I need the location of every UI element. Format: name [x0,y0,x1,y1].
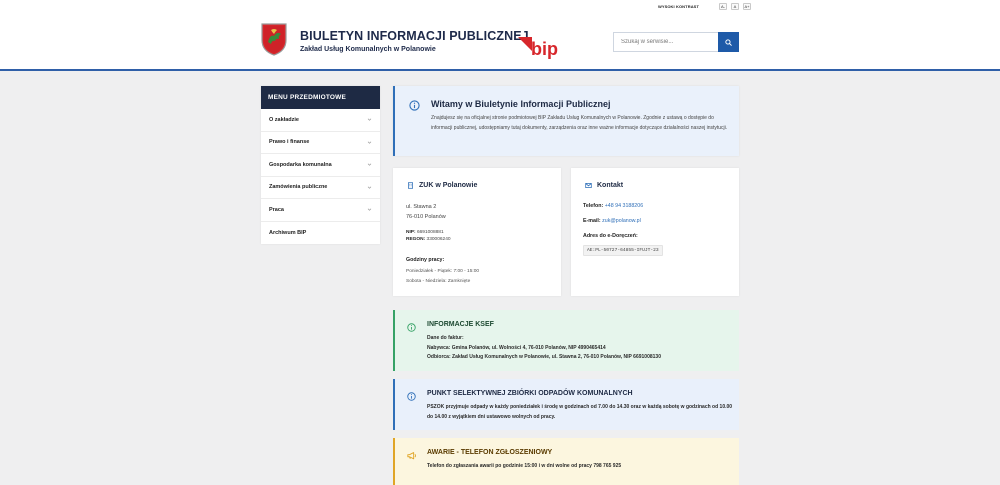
search-input[interactable] [614,33,719,51]
search-icon [725,38,732,46]
email-link[interactable]: zuk@polanow.pl [602,218,641,224]
utility-bar: WYSOKI KONTRAST A- A A+ [0,0,1000,12]
phone-label: Telefon: [583,203,604,209]
recipient-value: Zakład Usług Komunalnych w Polanowie, ul… [452,354,661,360]
emergency-body: Telefon do zgłaszania awarii po godzinie… [427,462,733,472]
sidebar-item-archiwum-bip[interactable]: Archiwum BIP [261,222,380,245]
sidebar-item-label: O zakładzie [269,116,299,123]
chevron-down-icon [367,186,372,189]
welcome-card: Witamy w Biuletynie Informacji Publiczne… [393,86,739,156]
regon-label: REGON: [406,237,426,242]
site-subtitle: Zakład Usług Komunalnych w Polanowie [300,46,436,53]
organization-name: ZUK w Polanowie [419,182,478,189]
font-size-normal-button[interactable]: A [731,2,739,10]
subject-menu: MENU PRZEDMIOTOWE O zakładzie Prawo i fi… [261,86,380,244]
sidebar-item-gospodarka-komunalna[interactable]: Gospodarka komunalna [261,154,380,177]
sidebar-item-label: Archiwum BIP [269,229,307,236]
organization-heading: ZUK w Polanowie [407,182,477,189]
font-size-increase-button[interactable]: A+ [743,2,751,10]
site-title[interactable]: BIULETYN INFORMACJI PUBLICZNEJ [300,29,529,43]
sidebar-item-zamowienia-publiczne[interactable]: Zamówienia publiczne [261,177,380,199]
bip-logo-icon[interactable]: bip [518,33,564,61]
organization-address: ul. Stawna 2 76-010 Polanów [406,203,446,222]
emergency-alert: AWARIE - TELEFON ZGŁOSZENIOWY Telefon do… [393,438,739,485]
address-city: 76-010 Polanów [406,213,446,220]
ksef-body: Dane do faktur: Nabywca: Gmina Polanów, … [427,334,733,363]
bip-logo-text: bip [531,39,558,59]
envelope-icon [585,183,592,188]
sidebar-item-label: Praca [269,206,284,213]
edelivery-label: Adres do e-Doręczeń: [583,233,638,239]
nip-value: 6691008881 [416,230,444,235]
contact-heading: Kontakt [585,182,623,189]
email-label: E-mail: [583,218,601,224]
site-title-block: BIULETYN INFORMACJI PUBLICZNEJ Zakład Us… [300,29,529,53]
email-row: E-mail: zuk@polanow.pl [583,218,641,224]
subject-menu-heading: MENU PRZEDMIOTOWE [261,86,380,109]
chevron-down-icon [367,163,372,166]
chevron-down-icon [367,118,372,121]
info-icon [407,392,416,401]
welcome-text: Znajdujesz się na oficjalnej stronie pod… [431,115,728,131]
font-size-decrease-button[interactable]: A- [719,2,727,10]
high-contrast-toggle[interactable]: WYSOKI KONTRAST [658,4,699,9]
sidebar-item-label: Prawo i finanse [269,139,310,146]
buyer-label: Nabywca: [427,344,451,351]
edelivery-address: AE:PL-50727-64855-IFUJT-23 [583,245,663,256]
site-header: BIULETYN INFORMACJI PUBLICZNEJ Zakład Us… [0,12,1000,71]
organization-card: ZUK w Polanowie ul. Stawna 2 76-010 Pola… [393,168,561,296]
sidebar-item-label: Zamówienia publiczne [269,184,328,191]
emergency-text: Telefon do zgłaszania awarii po godzinie… [427,463,622,469]
chevron-down-icon [367,208,372,211]
building-icon [408,182,413,189]
sidebar-item-prawo-i-finanse[interactable]: Prawo i finanse [261,132,380,154]
hours-weekdays: Poniedziałek - Piątek: 7:00 - 15:00 [406,269,480,274]
search-box [613,32,739,52]
info-icon [407,323,416,332]
edelivery-row: Adres do e-Doręczeń: [583,233,638,239]
organization-ids: NIP: 6691008881 REGON: 330006240 [406,229,451,243]
address-street: ul. Stawna 2 [406,204,437,210]
ksef-heading: INFORMACJE KSEF [427,321,494,328]
regon-row: REGON: 330006240 [406,236,451,243]
emergency-heading: AWARIE - TELEFON ZGŁOSZENIOWY [427,449,553,456]
regon-value: 330006240 [426,237,451,242]
phone-link[interactable]: +48 94 3188206 [605,203,643,209]
pszok-text: PSZOK przyjmuje odpady w każdy poniedzia… [427,404,733,420]
pszok-alert: PUNKT SELEKTYWNEJ ZBIÓRKI ODPADÓW KOMUNA… [393,379,739,430]
sidebar-item-praca[interactable]: Praca [261,199,380,222]
working-hours-heading: Godziny pracy: [406,257,445,263]
ksef-alert: INFORMACJE KSEF Dane do faktur: Nabywca:… [393,310,739,371]
phone-row: Telefon: +48 94 3188206 [583,203,643,209]
nip-row: NIP: 6691008881 [406,229,451,236]
info-icon [409,100,420,111]
welcome-heading: Witamy w Biuletynie Informacji Publiczne… [431,99,611,109]
chevron-down-icon [367,141,372,144]
sidebar-item-label: Gospodarka komunalna [269,161,332,168]
search-button[interactable] [718,32,739,52]
invoice-data-label: Dane do faktur: [427,335,464,341]
contact-title: Kontakt [597,182,624,189]
megaphone-icon [407,452,416,460]
contact-card: Kontakt Telefon: +48 94 3188206 E-mail: … [571,168,739,296]
coat-of-arms-icon[interactable] [260,22,288,56]
pszok-body: PSZOK przyjmuje odpady w każdy poniedzia… [427,403,733,422]
pszok-heading: PUNKT SELEKTYWNEJ ZBIÓRKI ODPADÓW KOMUNA… [427,390,633,397]
nip-label: NIP: [406,230,416,235]
sidebar-item-o-zakladzie[interactable]: O zakładzie [261,109,380,132]
working-hours: Poniedziałek - Piątek: 7:00 - 15:00 Sobo… [406,267,479,286]
hours-weekend: Sobota - Niedziela: Zamknięte [406,278,471,284]
recipient-label: Odbiorca: [427,354,451,360]
buyer-value: Gmina Polanów, ul. Wolności 4, 76-010 Po… [451,344,606,351]
